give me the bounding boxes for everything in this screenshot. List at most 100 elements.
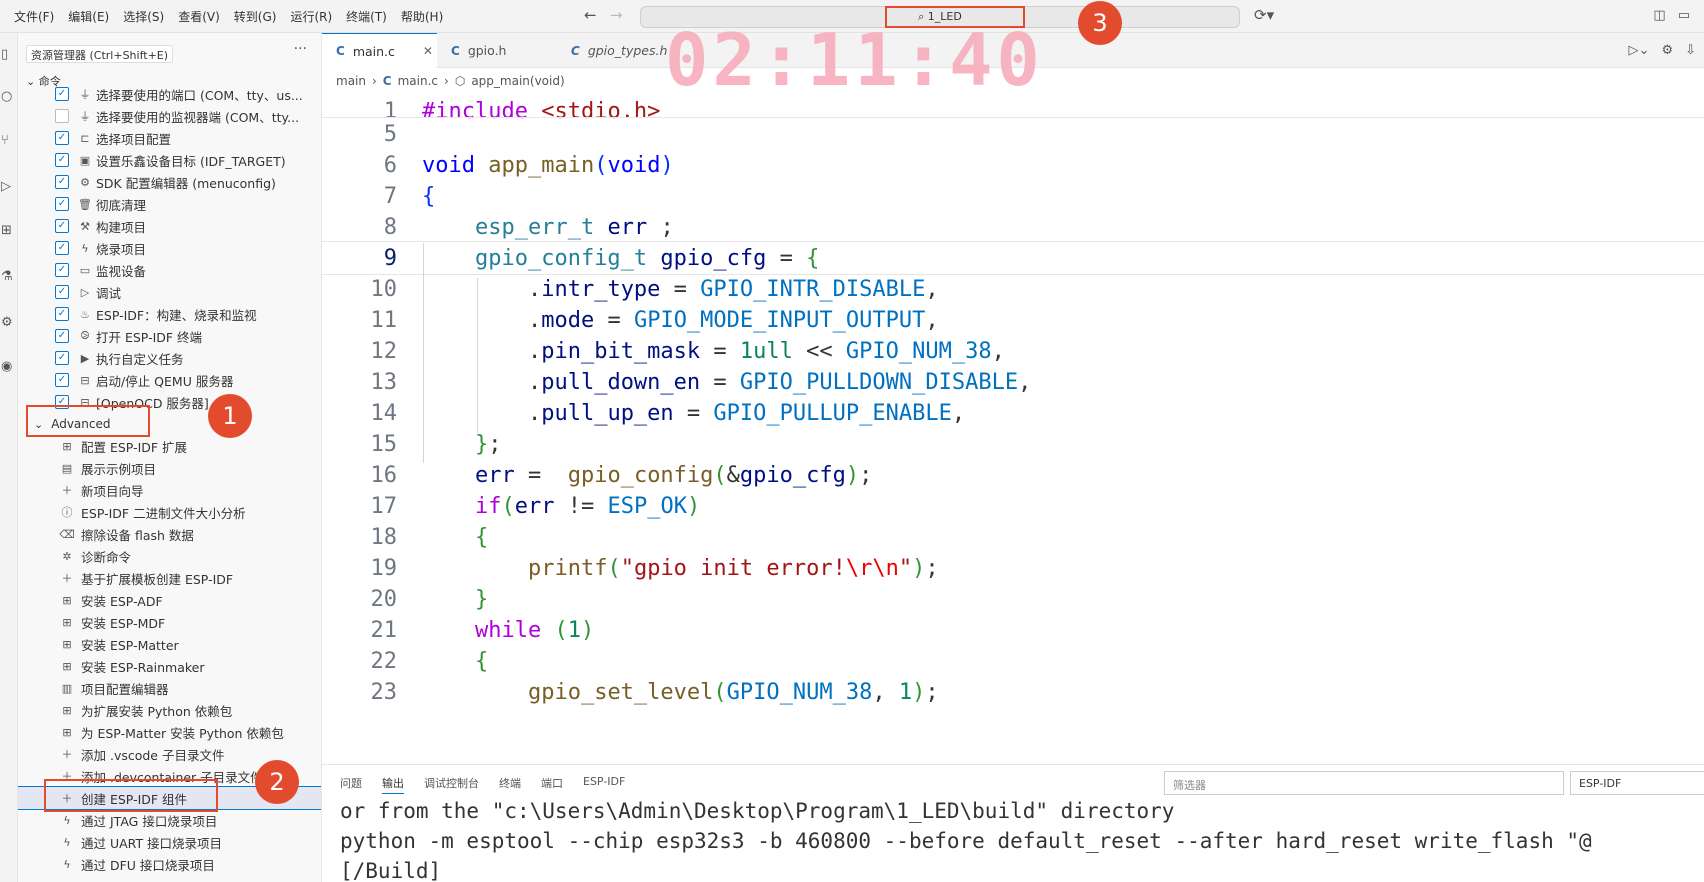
advanced-item[interactable]: ϟ 通过 DFU 接口烧录项目 [18, 853, 321, 875]
checkbox[interactable]: ✓ [55, 131, 69, 145]
menu-file[interactable]: 文件(F) [14, 8, 54, 25]
advanced-item[interactable]: ⊞ 为扩展安装 Python 依赖包 [18, 699, 321, 721]
code-editor[interactable]: 1 #include <stdio.h> 5 6 void app_main(voi… [322, 94, 1704, 764]
tab-output[interactable]: 输出 [382, 775, 404, 794]
advanced-item[interactable]: ⊞ 为 ESP-Matter 安装 Python 依赖包 [18, 721, 321, 743]
esp-idf-icon[interactable]: ◉ [1, 359, 12, 374]
tab-ports[interactable]: 端口 [541, 775, 563, 794]
breadcrumb-symbol[interactable]: app_main(void) [471, 74, 564, 88]
checkbox[interactable]: ✓ [55, 241, 69, 255]
checkbox[interactable]: ✓ [55, 87, 69, 101]
activity-bar: ▯ ○ ⑂ ▷ ⊞ ⚗ ⚙ ◉ [0, 33, 18, 882]
checkbox[interactable]: ✓ [55, 153, 69, 167]
toggle-sidebar-icon[interactable]: ◫ [1653, 8, 1665, 23]
tab-gpio-h[interactable]: C gpio.h [437, 33, 557, 68]
command-item[interactable]: ✓ ⧁ 打开 ESP-IDF 终端 [18, 325, 321, 347]
advanced-item[interactable]: ⓘ ESP-IDF 二进制文件大小分析 [18, 501, 321, 523]
advanced-item[interactable]: ⊞ 安装 ESP-Matter [18, 633, 321, 655]
advanced-item[interactable]: ⊞ 配置 ESP-IDF 扩展 [18, 435, 321, 457]
code-line: 22 { [322, 644, 1704, 678]
output-channel-select[interactable]: ESP-IDF [1570, 771, 1704, 795]
advanced-item[interactable]: ϟ 通过 UART 接口烧录项目 [18, 831, 321, 853]
command-item[interactable]: ✓ ϟ 烧录项目 [18, 237, 321, 259]
command-item[interactable]: ✓ ♨ ESP-IDF：构建、烧录和监视 [18, 303, 321, 325]
copilot-icon[interactable]: ⟳▾ [1254, 6, 1274, 24]
search-icon[interactable]: ○ [1, 89, 12, 104]
advanced-item[interactable]: ✲ 诊断命令 [18, 545, 321, 567]
command-item[interactable]: ✓ ⊏ 选择项目配置 [18, 127, 321, 149]
breadcrumb-folder[interactable]: main [336, 74, 366, 88]
breadcrumb-file[interactable]: main.c [398, 74, 438, 88]
menu-edit[interactable]: 编辑(E) [68, 8, 109, 25]
command-item[interactable]: ✓⏚选择要使用的监视器端 (COM、tty... [18, 105, 321, 127]
advanced-item[interactable]: ⊞ 安装 ESP-ADF [18, 589, 321, 611]
forward-arrow-icon[interactable]: → [610, 6, 623, 24]
erase-icon: ⌫ [59, 527, 75, 541]
command-item[interactable]: ✓ ▷ 调试 [18, 281, 321, 303]
menu-run[interactable]: 运行(R) [290, 8, 332, 25]
tab-main-c[interactable]: C main.c ✕ [322, 33, 437, 68]
advanced-item[interactable]: ϟ 通过 JTAG 接口烧录项目 [18, 809, 321, 831]
advanced-item[interactable]: ⌫ 擦除设备 flash 数据 [18, 523, 321, 545]
tab-terminal[interactable]: 终端 [499, 775, 521, 794]
advanced-item[interactable]: ＋新项目向导 [18, 479, 321, 501]
close-icon[interactable]: ✕ [423, 44, 433, 58]
remote-icon[interactable]: ⚙ [1, 315, 13, 330]
advanced-item[interactable]: ⊞ 安装 ESP-MDF [18, 611, 321, 633]
tab-esp-idf[interactable]: ESP-IDF [583, 775, 625, 794]
command-item[interactable]: ✓ ⊟ 启动/停止 QEMU 服务器 [18, 369, 321, 391]
extensions-icon[interactable]: ⊞ [1, 223, 12, 238]
menu-go[interactable]: 转到(G) [234, 8, 277, 25]
command-item[interactable]: ✓ ⚙ SDK 配置编辑器 (menuconfig) [18, 171, 321, 193]
command-item[interactable]: ✓ ⏚ 选择要使用的端口 (COM、tty、us... [18, 83, 321, 105]
checkbox[interactable]: ✓ [55, 329, 69, 343]
highlight-box-advanced [26, 405, 150, 437]
back-arrow-icon[interactable]: ← [584, 6, 597, 24]
code-text: } [474, 586, 489, 612]
run-icon[interactable]: ▷⌄ [1629, 43, 1650, 58]
advanced-item[interactable]: ⊞ 安装 ESP-Rainmaker [18, 655, 321, 677]
chevron-right-icon: › [444, 74, 449, 88]
toggle-panel-icon[interactable]: ▭ [1678, 8, 1690, 23]
highlight-box-command-center [885, 6, 1025, 28]
checkbox[interactable]: ✓ [55, 109, 69, 123]
advanced-item[interactable]: ＋基于扩展模板创建 ESP-IDF [18, 567, 321, 589]
command-item[interactable]: ✓ ▶ 执行自定义任务 [18, 347, 321, 369]
menu-selection[interactable]: 选择(S) [123, 8, 164, 25]
checkbox[interactable]: ✓ [55, 175, 69, 189]
more-actions-icon[interactable]: ··· [294, 41, 307, 57]
source-control-icon[interactable]: ⑂ [1, 133, 9, 148]
checkbox[interactable]: ✓ [55, 307, 69, 321]
advanced-item[interactable]: ▥ 项目配置编辑器 [18, 677, 321, 699]
output-filter-input[interactable]: 筛选器 [1164, 771, 1564, 795]
checkbox[interactable]: ✓ [55, 351, 69, 365]
explorer-icon[interactable]: ▯ [1, 47, 8, 62]
highlight-box-create-component [44, 779, 218, 812]
gear-icon[interactable]: ⚙ [1661, 43, 1673, 58]
command-item[interactable]: ✓ 🗑 彻底清理 [18, 193, 321, 215]
advanced-item[interactable]: ▤ 展示示例项目 [18, 457, 321, 479]
command-item[interactable]: ✓ ▣ 设置乐鑫设备目标 (IDF_TARGET) [18, 149, 321, 171]
checkbox[interactable]: ✓ [55, 373, 69, 387]
command-item[interactable]: ✓ ⚒ 构建项目 [18, 215, 321, 237]
code-line: 10 .intr_type = GPIO_INTR_DISABLE, [322, 272, 1704, 306]
tab-debug-console[interactable]: 调试控制台 [424, 775, 479, 794]
checkbox[interactable]: ✓ [55, 197, 69, 211]
line-number: 14 [370, 400, 398, 426]
build-icon[interactable]: ⇩ [1685, 43, 1696, 58]
code-text: if(err != ESP_OK) [474, 493, 701, 519]
command-item[interactable]: ✓ ▭ 监视设备 [18, 259, 321, 281]
menu-terminal[interactable]: 终端(T) [346, 8, 387, 25]
checkbox[interactable]: ✓ [55, 219, 69, 233]
line-number: 18 [370, 524, 398, 550]
menu-view[interactable]: 查看(V) [178, 8, 220, 25]
run-debug-icon[interactable]: ▷ [1, 179, 11, 194]
checkbox[interactable]: ✓ [55, 285, 69, 299]
checkbox[interactable]: ✓ [55, 263, 69, 277]
plug-icon: ⏚ [79, 88, 91, 101]
tab-problems[interactable]: 问题 [340, 775, 362, 794]
code-text: { [474, 648, 489, 674]
testing-icon[interactable]: ⚗ [1, 269, 13, 284]
menu-help[interactable]: 帮助(H) [401, 8, 443, 25]
editor-actions: ▷⌄ ⚙ ⇩ [1629, 43, 1696, 58]
